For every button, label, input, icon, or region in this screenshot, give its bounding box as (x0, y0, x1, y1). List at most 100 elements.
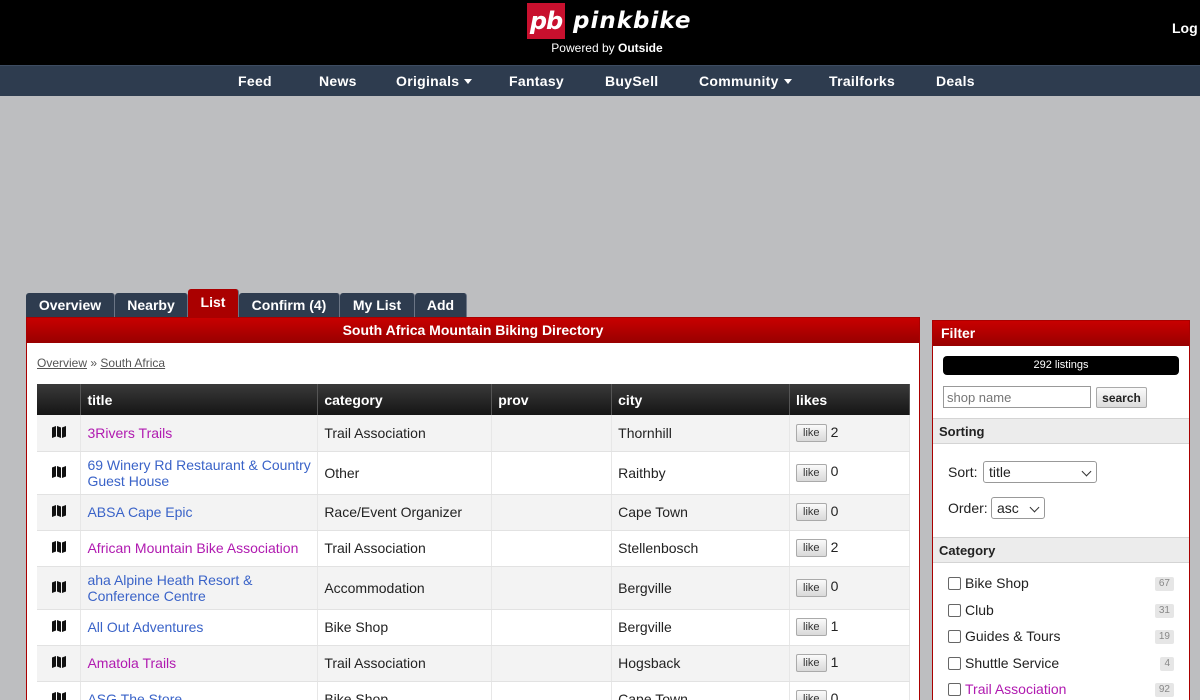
category-checkbox[interactable] (948, 630, 961, 643)
title-cell: 69 Winery Rd Restaurant & Country Guest … (80, 451, 319, 495)
caret-down-icon (783, 79, 792, 84)
category-label[interactable]: Club (965, 602, 994, 618)
category-label[interactable]: Shuttle Service (965, 655, 1059, 671)
pinkbike-logo[interactable]: pb pinkbike (527, 3, 690, 39)
table-row: ABSA Cape Epic Race/Event Organizer Cape T… (37, 494, 910, 531)
nav-item-deals[interactable]: Deals (936, 66, 975, 96)
main-nav: Feed News Originals Fantasy BuySell Comm… (0, 65, 1200, 96)
listing-title-link[interactable]: 3Rivers Trails (87, 425, 172, 441)
category-filter-item[interactable]: Trail Association 92 (948, 680, 1174, 700)
category-label[interactable]: Bike Shop (965, 575, 1029, 591)
nav-item-trailforks[interactable]: Trailforks (829, 66, 895, 96)
nav-item-feed[interactable]: Feed (238, 66, 272, 96)
prov-cell (491, 609, 613, 646)
column-header-title[interactable]: title (80, 384, 319, 415)
top-bar: pb pinkbike Powered by Outside Log in (0, 0, 1200, 65)
breadcrumb-separator: » (90, 356, 98, 370)
nav-item-community[interactable]: Community (699, 66, 792, 96)
category-label[interactable]: Trail Association (965, 681, 1066, 697)
category-count-badge: 4 (1160, 656, 1174, 671)
map-icon[interactable] (51, 425, 66, 438)
likes-cell: like 0 (789, 494, 910, 531)
map-icon[interactable] (51, 580, 66, 593)
sorting-section-header: Sorting (933, 418, 1189, 444)
map-cell (37, 681, 82, 700)
order-select-value: asc (997, 500, 1019, 516)
shop-name-input[interactable] (943, 386, 1091, 408)
like-button[interactable]: like (796, 578, 827, 597)
city-cell: Thornhill (611, 415, 791, 452)
column-header-prov[interactable]: prov (491, 384, 613, 415)
like-button[interactable]: like (796, 618, 827, 637)
listing-title-link[interactable]: aha Alpine Heath Resort & Conference Cen… (87, 572, 252, 604)
city-cell: Bergville (611, 566, 791, 610)
map-icon[interactable] (51, 620, 66, 632)
map-icon[interactable] (51, 656, 66, 668)
category-checkbox[interactable] (948, 683, 961, 696)
category-cell: Other (317, 451, 493, 495)
nav-label: Trailforks (829, 73, 896, 89)
like-button[interactable]: like (796, 654, 827, 673)
column-header-city[interactable]: city (611, 384, 791, 415)
city-cell: Bergville (611, 609, 791, 646)
nav-label: Community (699, 73, 779, 89)
tab-my-list[interactable]: My List (340, 293, 415, 317)
tab-nearby[interactable]: Nearby (115, 293, 188, 317)
category-filter-item[interactable]: Shuttle Service 4 (948, 654, 1174, 674)
tab-overview[interactable]: Overview (26, 293, 115, 317)
filter-panel: Filter 292 listings search Sorting Sort:… (932, 320, 1190, 700)
like-button[interactable]: like (796, 423, 827, 442)
prov-cell (491, 530, 613, 567)
like-button[interactable]: like (796, 539, 827, 558)
map-cell (37, 530, 82, 567)
category-filter-item[interactable]: Club 31 (948, 601, 1174, 621)
category-filter-item[interactable]: Bike Shop 67 (948, 574, 1174, 594)
breadcrumb-overview[interactable]: Overview (37, 356, 87, 370)
order-select[interactable]: asc (991, 497, 1045, 519)
category-filter-item[interactable]: Guides & Tours 19 (948, 627, 1174, 647)
map-icon[interactable] (51, 692, 66, 700)
column-header-category[interactable]: category (317, 384, 493, 415)
listing-title-link[interactable]: 69 Winery Rd Restaurant & Country Guest … (87, 457, 310, 489)
category-checkbox[interactable] (948, 656, 961, 670)
like-button[interactable]: like (796, 463, 827, 482)
nav-item-buysell[interactable]: BuySell (605, 66, 658, 96)
nav-item-news[interactable]: News (319, 66, 357, 96)
nav-item-originals[interactable]: Originals (396, 66, 473, 96)
search-button[interactable]: search (1096, 387, 1147, 408)
category-checkbox[interactable] (948, 577, 961, 590)
login-link[interactable]: Log in (1172, 20, 1200, 36)
likes-cell: like 0 (789, 566, 910, 610)
listing-title-link[interactable]: ASG The Store (87, 691, 182, 700)
breadcrumb-south-africa[interactable]: South Africa (100, 356, 165, 370)
likes-cell: like 0 (789, 451, 910, 495)
map-icon[interactable] (51, 541, 66, 553)
like-count: 0 (830, 463, 839, 480)
tab-list[interactable]: List (188, 289, 239, 317)
map-icon[interactable] (51, 505, 66, 517)
category-label[interactable]: Guides & Tours (965, 628, 1060, 644)
listing-title-link[interactable]: All Out Adventures (87, 619, 203, 635)
map-icon[interactable] (51, 465, 66, 478)
category-cell: Trail Association (317, 415, 493, 452)
powered-by: Powered by Outside (527, 41, 687, 55)
table-row: 3Rivers Trails Trail Association Thornhill… (37, 415, 910, 452)
category-count-badge: 31 (1154, 603, 1174, 618)
listing-title-link[interactable]: Amatola Trails (87, 655, 176, 671)
column-header-likes[interactable]: likes (789, 384, 910, 415)
table-row: 69 Winery Rd Restaurant & Country Guest … (37, 451, 910, 495)
nav-item-fantasy[interactable]: Fantasy (509, 66, 564, 96)
table-body: 3Rivers Trails Trail Association Thornhill… (37, 415, 910, 700)
nav-label: Originals (396, 73, 460, 89)
sort-select[interactable]: title (983, 461, 1097, 483)
listing-title-link[interactable]: African Mountain Bike Association (87, 540, 298, 556)
like-button[interactable]: like (796, 690, 827, 700)
prov-cell (491, 566, 613, 610)
tab-add[interactable]: Add (415, 293, 467, 317)
nav-label: Feed (238, 73, 272, 89)
tab-confirm[interactable]: Confirm (4) (239, 293, 340, 317)
category-checkbox[interactable] (948, 603, 961, 617)
listing-title-link[interactable]: ABSA Cape Epic (87, 504, 192, 520)
like-button[interactable]: like (796, 503, 827, 522)
table-row: All Out Adventures Bike Shop Bergville like… (37, 609, 910, 646)
